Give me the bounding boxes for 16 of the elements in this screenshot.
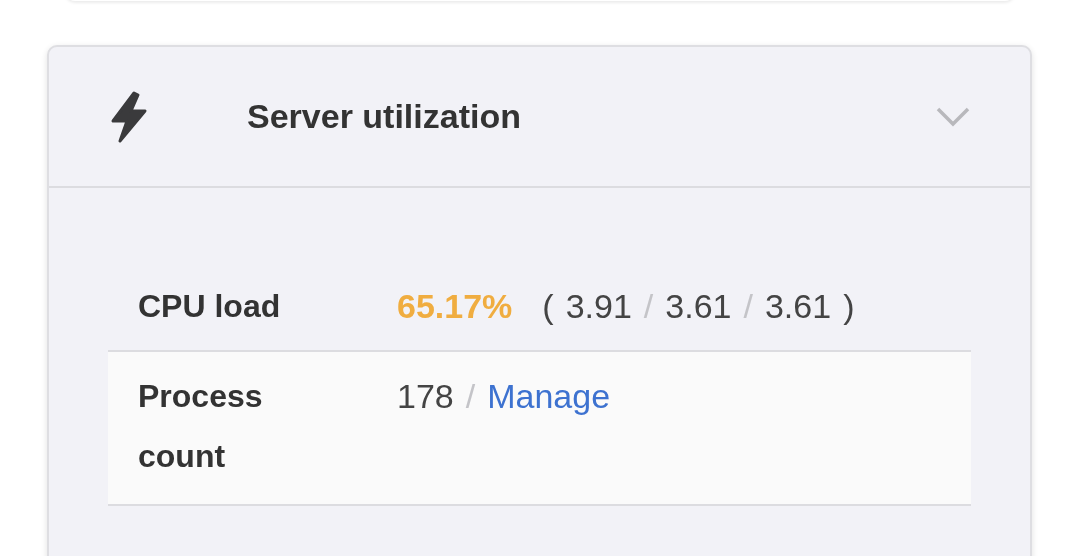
separator: / xyxy=(743,286,753,327)
chevron-icon[interactable] xyxy=(936,106,970,127)
separator: / xyxy=(643,286,654,327)
load-average: 3.61 xyxy=(764,286,832,327)
parenthesis: ) xyxy=(843,286,855,327)
manage-link[interactable]: Manage xyxy=(487,366,611,426)
row-label: Process count xyxy=(138,377,264,476)
panel-title: Server utilization xyxy=(247,97,522,136)
cpu-percent: 65.17% xyxy=(397,286,513,327)
panel-header[interactable]: Server utilization xyxy=(49,47,1030,188)
load-average: 3.91 xyxy=(565,286,632,327)
process-count: 178 xyxy=(397,376,454,417)
parenthesis: ( xyxy=(542,286,554,327)
row-label: CPU load xyxy=(138,287,282,326)
separator: / xyxy=(465,376,476,417)
load-average: 3.61 xyxy=(665,286,732,327)
